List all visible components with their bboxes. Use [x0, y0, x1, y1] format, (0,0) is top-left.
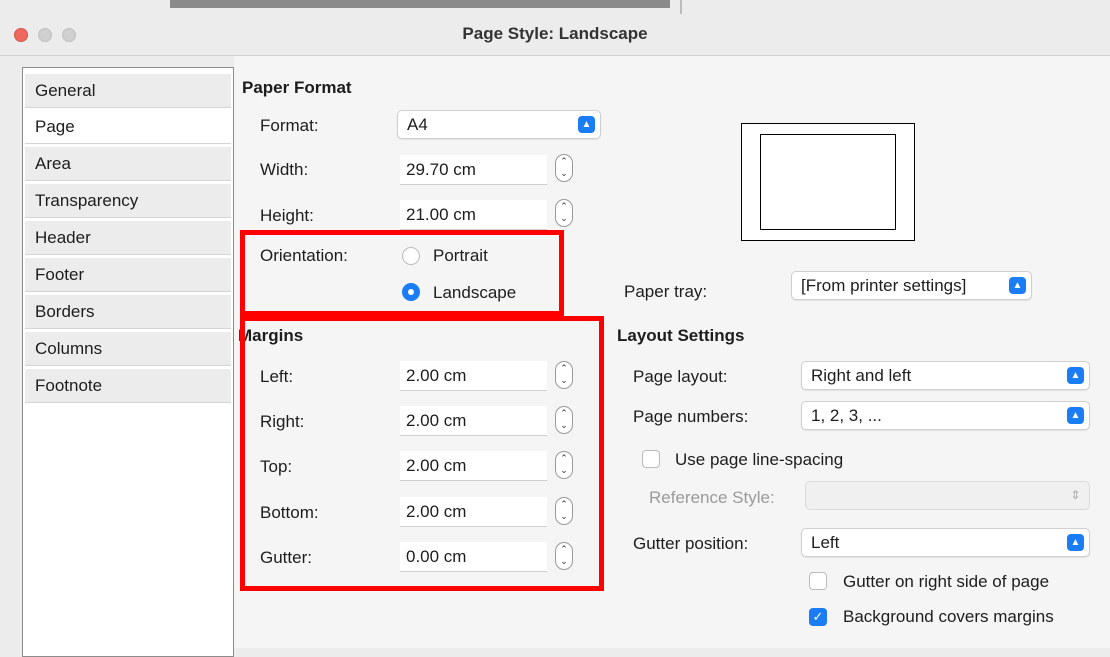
- width-value: 29.70 cm: [406, 160, 476, 179]
- sidebar-item-label: Footnote: [35, 376, 103, 395]
- sidebar-item-footer[interactable]: Footer: [25, 258, 231, 292]
- gutter-position-select[interactable]: Left ▲︎: [801, 528, 1090, 557]
- sidebar-item-footnote[interactable]: Footnote: [25, 369, 231, 403]
- page-layout-value: Right and left: [811, 366, 912, 385]
- paper-tray-select[interactable]: [From printer settings] ▲︎: [791, 271, 1032, 300]
- gutter-position-value: Left: [811, 533, 840, 552]
- line-spacing-label: Use page line-spacing: [675, 450, 844, 469]
- sidebar-item-general[interactable]: General: [25, 74, 231, 108]
- sidebar-item-borders[interactable]: Borders: [25, 295, 231, 329]
- paper-tray-label: Paper tray:: [624, 282, 708, 301]
- format-value: A4: [407, 115, 428, 134]
- height-label: Height:: [260, 206, 314, 225]
- background-window-strip: [170, 0, 670, 8]
- sidebar-item-transparency[interactable]: Transparency: [25, 184, 231, 218]
- page-layout-select[interactable]: Right and left ▲︎: [801, 361, 1090, 390]
- sidebar-item-page[interactable]: Page: [25, 110, 231, 144]
- stepper-arrows-icon: ⌃ ⌄: [560, 201, 568, 223]
- select-arrows-icon: ▲︎: [1067, 407, 1084, 424]
- sidebar-item-label: Columns: [35, 339, 103, 358]
- sidebar-item-area[interactable]: Area: [25, 147, 231, 181]
- sidebar-item-label: General: [35, 81, 96, 100]
- layout-settings-heading: Layout Settings: [617, 326, 745, 345]
- sidebar-item-label: Page: [35, 117, 75, 136]
- background-window-divider: [680, 0, 682, 14]
- line-spacing-checkbox[interactable]: [642, 450, 660, 468]
- width-field[interactable]: 29.70 cm: [400, 155, 547, 185]
- select-arrows-icon: ⇕: [1070, 488, 1081, 502]
- select-arrows-icon: ▲︎: [1067, 367, 1084, 384]
- margins-highlight-box: [240, 316, 604, 591]
- width-stepper[interactable]: ⌃ ⌄: [555, 154, 573, 182]
- sidebar-item-columns[interactable]: Columns: [25, 332, 231, 366]
- checkmark-icon: ✓: [812, 609, 824, 624]
- select-arrows-icon: ▲︎: [1067, 534, 1084, 551]
- window-title: Page Style: Landscape: [462, 24, 648, 43]
- height-field[interactable]: 21.00 cm: [400, 200, 547, 230]
- select-arrows-icon: ▲︎: [1009, 277, 1026, 294]
- sidebar-item-label: Area: [35, 154, 71, 173]
- reference-style-select: ⇕: [805, 481, 1090, 510]
- page-preview-margins: [760, 134, 896, 230]
- stepper-arrows-icon: ⌃ ⌄: [560, 156, 568, 178]
- page-preview: [741, 123, 915, 241]
- select-arrows-icon: ▲︎: [578, 116, 595, 133]
- reference-style-label: Reference Style:: [649, 488, 775, 507]
- format-label: Format:: [260, 116, 319, 135]
- paper-tray-value: [From printer settings]: [801, 276, 967, 295]
- page-numbers-label: Page numbers:: [633, 407, 749, 426]
- page-numbers-value: 1, 2, 3, ...: [811, 406, 882, 425]
- width-label: Width:: [260, 160, 309, 179]
- gutter-right-label: Gutter on right side of page: [843, 572, 1050, 591]
- page-layout-label: Page layout:: [633, 367, 728, 386]
- height-value: 21.00 cm: [406, 205, 476, 224]
- background-covers-margins-label: Background covers margins: [843, 607, 1054, 626]
- category-sidebar: General Page Area Transparency Header Fo…: [22, 67, 234, 657]
- gutter-right-checkbox[interactable]: [809, 572, 827, 590]
- sidebar-item-label: Header: [35, 228, 91, 247]
- background-covers-margins-checkbox[interactable]: ✓: [809, 608, 827, 626]
- sidebar-item-label: Footer: [35, 265, 85, 284]
- sidebar-item-label: Transparency: [35, 191, 139, 210]
- height-stepper[interactable]: ⌃ ⌄: [555, 199, 573, 227]
- page-numbers-select[interactable]: 1, 2, 3, ... ▲︎: [801, 401, 1090, 430]
- gutter-position-label: Gutter position:: [633, 534, 749, 553]
- paper-format-heading: Paper Format: [242, 78, 352, 97]
- orientation-highlight-box: [240, 230, 564, 316]
- sidebar-item-label: Borders: [35, 302, 95, 321]
- format-select[interactable]: A4 ▲︎: [397, 110, 601, 139]
- sidebar-item-header[interactable]: Header: [25, 221, 231, 255]
